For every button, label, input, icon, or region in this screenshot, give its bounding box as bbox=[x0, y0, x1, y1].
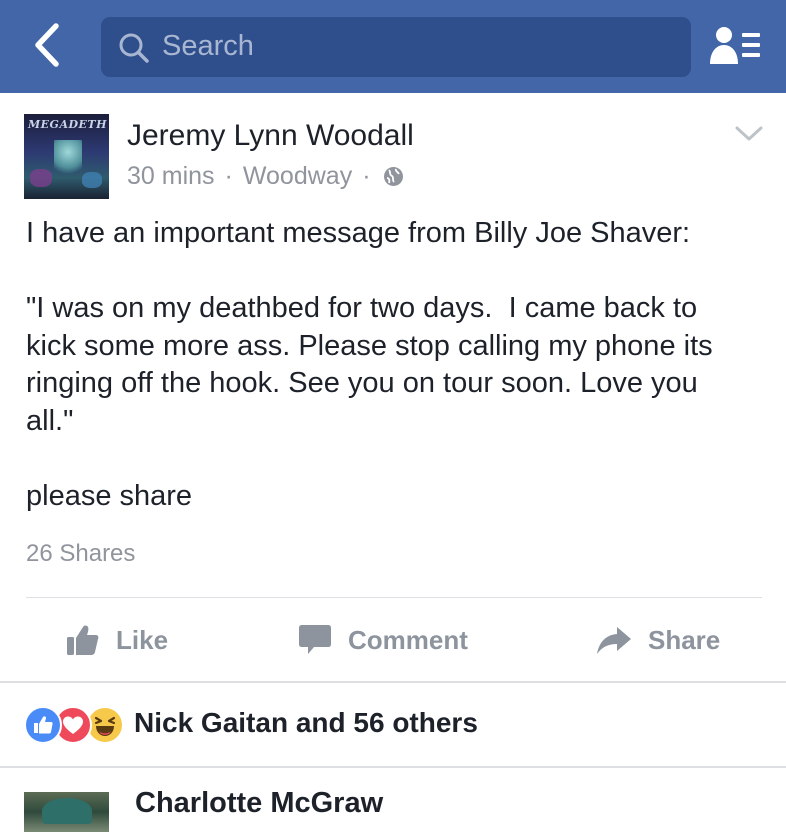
meta-separator: · bbox=[224, 162, 233, 190]
share-button[interactable]: Share bbox=[596, 610, 720, 670]
post-action-bar: Like Comment Share bbox=[0, 610, 786, 670]
post-body: I have an important message from Billy J… bbox=[26, 215, 766, 515]
divider bbox=[26, 597, 762, 598]
reactions-summary[interactable]: Nick Gaitan and 56 others bbox=[24, 700, 478, 746]
reaction-icons bbox=[24, 704, 128, 744]
like-label: Like bbox=[116, 624, 169, 655]
search-input[interactable]: Search bbox=[101, 17, 691, 77]
back-button[interactable] bbox=[26, 22, 70, 68]
post-author-name[interactable]: Jeremy Lynn Woodall bbox=[127, 119, 414, 153]
thumbs-up-icon bbox=[67, 625, 99, 655]
share-label: Share bbox=[648, 624, 721, 655]
comment-bubble-icon bbox=[299, 625, 331, 654]
divider bbox=[0, 766, 786, 768]
globe-icon bbox=[383, 167, 403, 186]
share-arrow-icon bbox=[597, 627, 631, 654]
search-placeholder: Search bbox=[162, 30, 254, 62]
commenter-avatar[interactable] bbox=[24, 792, 109, 832]
meta-separator: · bbox=[362, 162, 371, 190]
post-text-line: I have an important message from Billy J… bbox=[26, 217, 691, 249]
post-text-line: ringing off the hook. See you on tour so… bbox=[26, 367, 698, 399]
like-reaction-icon bbox=[24, 706, 62, 744]
friends-list-icon bbox=[710, 27, 760, 64]
post-time[interactable]: 30 mins bbox=[127, 162, 215, 191]
author-avatar[interactable]: MEGADETH bbox=[24, 114, 109, 199]
post-options-button[interactable] bbox=[734, 124, 764, 144]
reactions-text: Nick Gaitan and 56 others bbox=[134, 707, 478, 738]
comment-label: Comment bbox=[348, 624, 468, 655]
share-count[interactable]: 26 Shares bbox=[26, 540, 135, 568]
comment-button[interactable]: Comment bbox=[298, 610, 468, 670]
chevron-down-icon bbox=[735, 126, 763, 141]
post-text-line: all." bbox=[26, 404, 74, 437]
comment-author-name[interactable]: Charlotte McGraw bbox=[135, 787, 383, 820]
post-text-line: kick some more ass. Please stop calling … bbox=[26, 329, 713, 362]
top-nav-bar: Search bbox=[0, 0, 786, 93]
like-button[interactable]: Like bbox=[66, 610, 168, 670]
avatar-logo: MEGADETH bbox=[28, 118, 107, 131]
search-icon bbox=[119, 33, 149, 63]
post-text-line: please share bbox=[26, 479, 193, 512]
back-arrow-icon bbox=[35, 23, 59, 67]
post-text-line: "I was on my deathbed for two days. I ca… bbox=[26, 292, 698, 324]
divider bbox=[0, 681, 786, 683]
post-meta: 30 mins · Woodway · bbox=[127, 162, 404, 191]
post-location[interactable]: Woodway bbox=[243, 162, 352, 191]
friend-requests-button[interactable] bbox=[708, 24, 764, 68]
